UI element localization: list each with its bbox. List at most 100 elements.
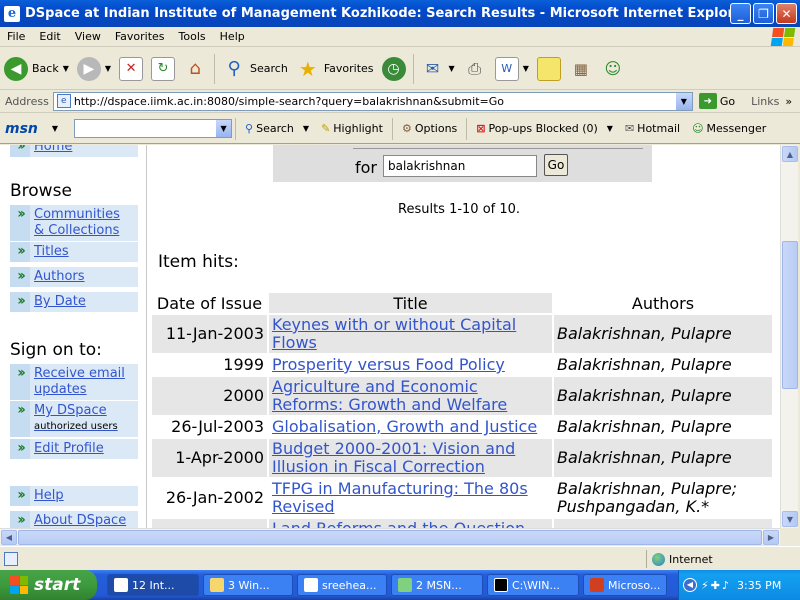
search-go-button[interactable]: Go	[544, 154, 568, 176]
nav-authors-label[interactable]: Authors	[30, 267, 138, 287]
nav-authors[interactable]: ›› Authors	[10, 267, 138, 287]
msn-dropdown-icon[interactable]: ▼	[52, 124, 58, 133]
network-icon[interactable]: ⚡	[701, 579, 709, 592]
menu-favorites[interactable]: Favorites	[108, 30, 172, 43]
messenger-button[interactable]: ☺ Messenger	[686, 122, 772, 135]
mail-button[interactable]: ✉ ▼	[417, 51, 459, 87]
scroll-right-icon[interactable]: ▶	[763, 530, 779, 545]
nav-edit-profile[interactable]: ›› Edit Profile	[10, 439, 138, 459]
mail-dropdown-icon[interactable]: ▼	[449, 64, 455, 73]
item-hits-heading: Item hits:	[158, 252, 239, 272]
taskbar-button-windows[interactable]: 3 Win...	[203, 574, 293, 596]
scroll-up-icon[interactable]: ▲	[782, 146, 798, 162]
refresh-button[interactable]: ↻	[147, 51, 179, 87]
menu-file[interactable]: File	[0, 30, 32, 43]
menu-help[interactable]: Help	[213, 30, 252, 43]
msn-search-button[interactable]: ⚲ Search ▼	[239, 122, 315, 135]
menu-edit[interactable]: Edit	[32, 30, 67, 43]
table-row: 26-Jul-2003 Globalisation, Growth and Ju…	[152, 417, 772, 437]
favorites-button[interactable]: ★ Favorites	[292, 51, 378, 87]
close-button[interactable]: ✕	[776, 3, 797, 24]
msn-search-input[interactable]: ▼	[74, 119, 233, 138]
vertical-scroll-thumb[interactable]	[782, 241, 798, 389]
nav-my-dspace-label[interactable]: My DSpace authorized users	[30, 401, 138, 437]
security-zone: Internet	[646, 550, 800, 568]
maximize-button[interactable]: ❐	[753, 3, 774, 24]
nav-receive-email[interactable]: ›› Receive email updates	[10, 364, 138, 400]
address-input[interactable]: e http://dspace.iimk.ac.in:8080/simple-s…	[52, 91, 693, 111]
hotmail-button[interactable]: ✉ Hotmail	[619, 122, 686, 135]
horizontal-scrollbar[interactable]: ◀ ▶	[0, 528, 780, 545]
chevron-right-icon: ››	[17, 402, 26, 418]
scroll-left-icon[interactable]: ◀	[1, 530, 17, 545]
scroll-down-icon[interactable]: ▼	[782, 511, 798, 527]
research-button[interactable]: ▦	[565, 51, 597, 87]
stop-button[interactable]: ✕	[115, 51, 147, 87]
vertical-scrollbar[interactable]: ▲ ▼	[780, 145, 798, 528]
nav-help-label[interactable]: Help	[30, 486, 138, 506]
nav-help[interactable]: ›› Help	[10, 486, 138, 506]
home-button[interactable]: ⌂	[179, 51, 211, 87]
horizontal-scroll-thumb[interactable]	[18, 530, 762, 545]
taskbar-button-cmd[interactable]: C:\WIN...	[487, 574, 579, 596]
popup-blocker-button[interactable]: ⊠ Pop-ups Blocked (0) ▼	[470, 122, 619, 135]
security-icon[interactable]: ✚	[711, 579, 720, 592]
volume-icon[interactable]: ♪	[722, 579, 729, 592]
nav-titles[interactable]: ›› Titles	[10, 242, 138, 262]
nav-about-label[interactable]: About DSpace	[30, 511, 138, 528]
msn-logo[interactable]: msn	[0, 121, 38, 137]
row-title-link[interactable]: Prosperity versus Food Policy	[272, 355, 505, 374]
row-title-link[interactable]: Budget 2000-2001: Vision and Illusion in…	[272, 439, 515, 476]
nav-communities-label[interactable]: Communities & Collections	[30, 205, 138, 241]
chevron-right-icon[interactable]: »	[785, 95, 792, 108]
links-button[interactable]: Links	[751, 95, 779, 108]
discuss-button[interactable]	[533, 51, 565, 87]
back-dropdown-icon[interactable]: ▼	[63, 64, 69, 73]
page-icon: e	[56, 94, 71, 108]
row-title-link[interactable]: Keynes with or without Capital Flows	[272, 315, 516, 352]
nav-home[interactable]: ›› Home	[10, 145, 138, 157]
nav-by-date-label[interactable]: By Date	[30, 292, 138, 312]
messenger-toolbar-button[interactable]: ☺	[597, 51, 629, 87]
row-date: 26-Jul-2003	[152, 417, 267, 437]
tray-expand-icon[interactable]: ◀	[683, 578, 697, 592]
row-title-link[interactable]: TFPG in Manufacturing: The 80s Revised	[272, 479, 528, 516]
nav-my-dspace[interactable]: ›› My DSpace authorized users	[10, 401, 138, 437]
nav-home-label[interactable]: Home	[30, 145, 138, 157]
menu-tools[interactable]: Tools	[172, 30, 213, 43]
nav-by-date[interactable]: ›› By Date	[10, 292, 138, 312]
address-go-button[interactable]: ➜ Go	[698, 93, 735, 109]
forward-dropdown-icon[interactable]: ▼	[105, 64, 111, 73]
back-button[interactable]: ◀ Back ▼	[0, 51, 73, 87]
msn-search-dropdown-icon[interactable]: ▼	[303, 124, 309, 133]
history-button[interactable]: ◷	[378, 51, 410, 87]
highlight-button[interactable]: ✎ Highlight	[315, 122, 389, 135]
popups-dropdown-icon[interactable]: ▼	[607, 124, 613, 133]
address-dropdown-icon[interactable]: ▼	[675, 92, 692, 110]
menu-view[interactable]: View	[68, 30, 108, 43]
search-button[interactable]: ⚲ Search	[218, 51, 292, 87]
row-title-link[interactable]: Land Reforms and the Question	[272, 519, 525, 529]
search-query-input[interactable]: balakrishnan	[383, 155, 537, 177]
taskbar-button-ie[interactable]: 12 Int...	[107, 574, 199, 596]
nav-communities[interactable]: ›› Communities & Collections	[10, 205, 138, 241]
forward-button[interactable]: ▶ ▼	[73, 51, 115, 87]
taskbar-button-word[interactable]: sreehea...	[297, 574, 387, 596]
options-button[interactable]: ⚙ Options	[396, 122, 463, 135]
msn-search-dropdown-icon[interactable]: ▼	[216, 120, 232, 137]
row-title-link[interactable]: Globalisation, Growth and Justice	[272, 417, 537, 436]
minimize-button[interactable]: _	[730, 3, 751, 24]
print-button[interactable]: ⎙	[459, 51, 491, 87]
nav-receive-email-label[interactable]: Receive email updates	[30, 364, 138, 400]
nav-titles-label[interactable]: Titles	[30, 242, 138, 262]
taskbar-button-microsoft[interactable]: Microso...	[583, 574, 667, 596]
nav-edit-profile-label[interactable]: Edit Profile	[30, 439, 138, 459]
row-title-link[interactable]: Agriculture and Economic Reforms: Growth…	[272, 377, 507, 414]
start-button[interactable]: start	[0, 570, 97, 600]
edit-button[interactable]: W ▼	[491, 51, 533, 87]
page-status-icon	[4, 551, 18, 566]
edit-dropdown-icon[interactable]: ▼	[523, 64, 529, 73]
clock[interactable]: 3:35 PM	[737, 579, 781, 592]
nav-about[interactable]: ›› About DSpace	[10, 511, 138, 528]
taskbar-button-msn[interactable]: 2 MSN...	[391, 574, 483, 596]
